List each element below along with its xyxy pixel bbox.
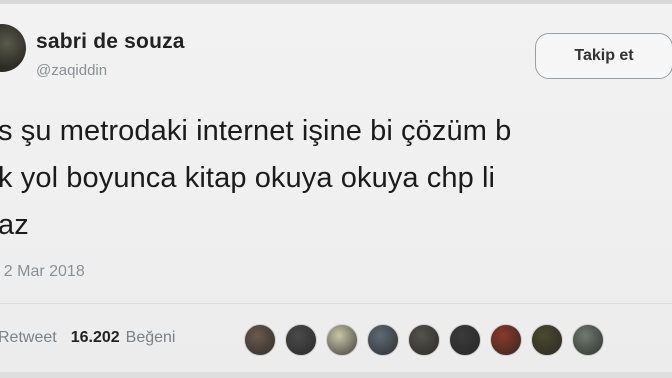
liker-avatars [244,323,613,357]
tweet-line: s şu metrodaki internet işine bi çözüm b [0,115,512,147]
liker-avatar[interactable] [367,324,399,356]
liker-avatar[interactable] [408,324,440,356]
liker-avatar[interactable] [326,324,358,356]
bottom-border [0,372,672,378]
liker-avatar[interactable] [244,324,276,356]
user-name[interactable]: sabri de souza [36,30,185,54]
tweet-stats: Retweet 16.202 Beğeni [0,329,175,347]
avatar[interactable] [0,24,26,72]
follow-button[interactable]: Takip et [535,33,672,79]
tweet-date[interactable]: - 2 Mar 2018 [0,263,85,281]
liker-avatar[interactable] [490,324,522,356]
likes-count[interactable]: 16.202 [71,329,120,347]
liker-avatar[interactable] [285,324,317,356]
divider [0,303,672,304]
tweet-line: k yol boyunca kitap okuya okuya chp li [0,162,496,194]
liker-avatar[interactable] [449,324,481,356]
tweet-card: sabri de souza @zaqiddin Takip et s şu m… [0,0,672,378]
tweet-text: s şu metrodaki internet işine bi çözüm b… [0,108,672,249]
user-handle[interactable]: @zaqiddin [36,62,107,79]
liker-avatar[interactable] [531,324,563,356]
top-border [0,0,672,4]
tweet-line: az [0,209,29,241]
retweet-label[interactable]: Retweet [0,329,57,347]
likes-label[interactable]: Beğeni [126,329,176,347]
liker-avatar[interactable] [572,324,604,356]
